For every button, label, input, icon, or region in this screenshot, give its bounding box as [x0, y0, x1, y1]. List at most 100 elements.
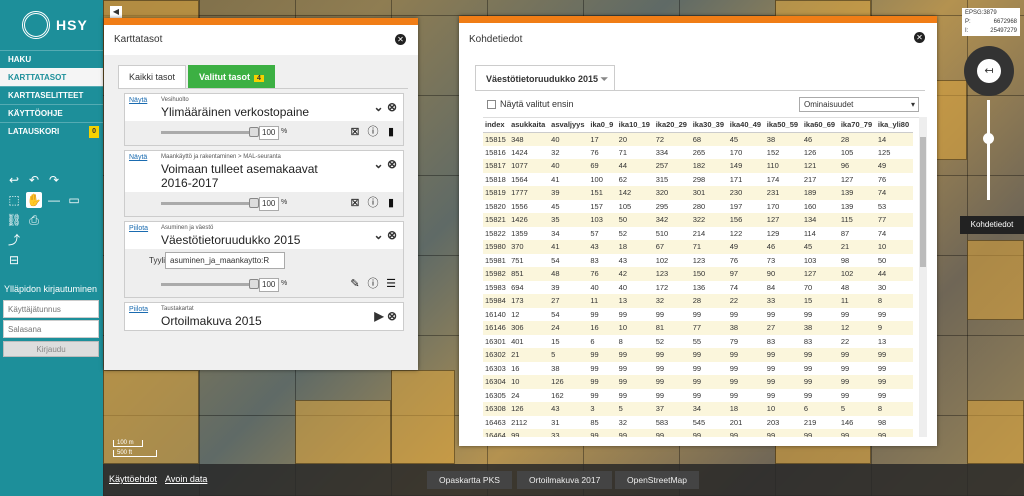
- sidebar-item-kayttoohje[interactable]: KÄYTTÖOHJE: [0, 104, 103, 122]
- info-icon[interactable]: ⓘ: [367, 126, 379, 139]
- column-header[interactable]: asvaljyys: [549, 118, 589, 133]
- home-icon[interactable]: ↤: [977, 59, 1001, 83]
- column-header[interactable]: index: [483, 118, 510, 133]
- layer-visibility-toggle[interactable]: Piilota: [129, 225, 161, 247]
- table-row[interactable]: 15984 173 27 11 13 32 28 22 33 15 11 8: [483, 294, 913, 308]
- measure-line-icon[interactable]: —: [46, 192, 62, 208]
- table-row[interactable]: 15981 751 54 83 43 102 123 76 73 103 98 50: [483, 253, 913, 267]
- column-header[interactable]: ika70_79: [838, 118, 876, 133]
- table-scrollbar[interactable]: [919, 117, 927, 437]
- chevron-down-icon[interactable]: ⌄: [374, 100, 384, 114]
- table-row[interactable]: 15819 1777 39 151 142 320 301 230 231 189 139 74: [483, 186, 913, 200]
- pan-wheel[interactable]: ↤: [964, 46, 1014, 96]
- undo-icon[interactable]: ↶: [26, 172, 42, 188]
- table-row[interactable]: 16308 126 43 3 5 37 34 18 10 6 5 8: [483, 402, 913, 416]
- link-icon[interactable]: ⛓: [6, 212, 22, 228]
- slider-knob[interactable]: [249, 198, 259, 208]
- table-row[interactable]: 16146 306 24 16 10 81 77 38 27 38 12 9: [483, 321, 913, 335]
- back-icon[interactable]: ↩: [6, 172, 22, 188]
- chevron-down-icon[interactable]: ⌄: [374, 228, 384, 242]
- table-row[interactable]: 16464 99 33 99 99 99 99 99 99 99 99 99: [483, 429, 913, 437]
- redo-icon[interactable]: ↷: [46, 172, 62, 188]
- tab-all-layers[interactable]: Kaikki tasot: [118, 65, 187, 88]
- opacity-input[interactable]: 100: [259, 197, 279, 211]
- column-header[interactable]: asukkaita: [509, 118, 550, 133]
- remove-layer-icon[interactable]: ⊗: [387, 100, 397, 114]
- opacity-slider[interactable]: [161, 127, 259, 137]
- table-row[interactable]: 16305 24 162 99 99 99 99 99 99 99 99 99: [483, 388, 913, 402]
- object-info-button[interactable]: Kohdetiedot: [960, 216, 1024, 234]
- table-row[interactable]: 15820 1556 45 157 105 295 280 197 170 160 139 53: [483, 199, 913, 213]
- column-header[interactable]: ika_yli80: [875, 118, 913, 133]
- table-row[interactable]: 16301 401 15 6 8 52 55 79 83 83 22 13: [483, 334, 913, 348]
- info-icon[interactable]: ⓘ: [367, 278, 379, 291]
- table-row[interactable]: 15822 1359 34 57 52 510 214 122 129 114 87 74: [483, 226, 913, 240]
- remove-layer-icon[interactable]: ⊗: [387, 228, 397, 242]
- column-header[interactable]: ika60_69: [801, 118, 839, 133]
- document-icon[interactable]: ▮: [385, 197, 397, 210]
- pan-icon[interactable]: ✋: [26, 192, 42, 208]
- table-row[interactable]: 15983 694 39 40 40 172 136 74 84 70 48 30: [483, 280, 913, 294]
- table-row[interactable]: 15980 370 41 43 18 67 71 49 46 45 21 10: [483, 240, 913, 254]
- coordinate-icon[interactable]: ⤴: [6, 232, 22, 248]
- checkbox-box[interactable]: [487, 99, 496, 109]
- layer-visibility-toggle[interactable]: Piilota: [129, 306, 161, 328]
- table-row[interactable]: 15818 1564 41 100 62 315 298 171 174 217 127 76: [483, 172, 913, 186]
- sidebar-item-haku[interactable]: HAKU: [0, 50, 103, 68]
- properties-select[interactable]: Ominaisuudet ▾: [799, 97, 919, 112]
- username-input[interactable]: [3, 300, 99, 318]
- filter-icon[interactable]: ⏷: [601, 66, 608, 92]
- table-row[interactable]: 15982 851 48 76 42 123 150 97 90 127 102 44: [483, 267, 913, 281]
- column-header[interactable]: ika20_29: [653, 118, 691, 133]
- background-button-ortoilmakuva[interactable]: Ortoilmakuva 2017: [517, 471, 613, 489]
- table-row[interactable]: 16463 2112 31 85 32 583 545 201 203 219 146 98: [483, 415, 913, 429]
- background-button-opaskartta[interactable]: Opaskartta PKS: [427, 471, 512, 489]
- layer-visibility-toggle[interactable]: Näytä: [129, 97, 161, 119]
- play-icon[interactable]: ▶: [374, 309, 383, 323]
- open-data-link[interactable]: Avoin data: [165, 474, 207, 484]
- zoom-extent-icon[interactable]: ⊠: [349, 126, 361, 139]
- sidebar-item-latauskori[interactable]: LATAUSKORI 0: [0, 122, 103, 140]
- info-icon[interactable]: ⓘ: [367, 197, 379, 210]
- remove-layer-icon[interactable]: ⊗: [387, 157, 397, 171]
- column-header[interactable]: ika0_9: [588, 118, 617, 133]
- table-row[interactable]: 15815 348 40 17 20 72 68 45 38 46 28 14: [483, 132, 913, 146]
- tab-selected-layers[interactable]: Valitut tasot 4: [188, 65, 275, 88]
- table-row[interactable]: 15817 1077 40 69 44 257 182 149 110 121 96 49: [483, 159, 913, 173]
- collapse-sidebar-button[interactable]: ◀: [110, 6, 122, 18]
- slider-knob[interactable]: [249, 127, 259, 137]
- background-button-osm[interactable]: OpenStreetMap: [615, 471, 700, 489]
- password-input[interactable]: [3, 320, 99, 338]
- column-header[interactable]: ika30_39: [690, 118, 728, 133]
- tab-vaestotietoruudukko[interactable]: Väestötietoruudukko 2015 ⏷: [475, 65, 615, 91]
- column-header[interactable]: ika10_19: [616, 118, 654, 133]
- scrollbar-thumb[interactable]: [920, 137, 926, 267]
- style-select[interactable]: asuminen_ja_maankaytto:R: [165, 252, 285, 269]
- zoom-knob[interactable]: [983, 133, 994, 144]
- document-icon[interactable]: ▮: [385, 126, 397, 139]
- close-icon[interactable]: ✕: [914, 32, 925, 43]
- sidebar-item-karttaselitteet[interactable]: KARTTASELITTEET: [0, 86, 103, 104]
- opacity-slider[interactable]: [161, 198, 259, 208]
- slider-knob[interactable]: [249, 279, 259, 289]
- close-icon[interactable]: ✕: [395, 34, 406, 45]
- table-row[interactable]: 15816 1424 32 76 71 334 265 170 152 126 105 125: [483, 145, 913, 159]
- measure-area-icon[interactable]: ▭: [66, 192, 82, 208]
- chevron-down-icon[interactable]: ⌄: [374, 157, 384, 171]
- show-selected-first-checkbox[interactable]: Näytä valitut ensin: [487, 99, 574, 109]
- table-row[interactable]: 16304 10 126 99 99 99 99 99 99 99 99 99: [483, 375, 913, 389]
- opacity-slider[interactable]: [161, 279, 259, 289]
- list-icon[interactable]: ☰: [385, 278, 397, 291]
- save-icon[interactable]: ⊟: [6, 252, 22, 268]
- table-row[interactable]: 16140 12 54 99 99 99 99 99 99 99 99 99: [483, 307, 913, 321]
- zoom-slider[interactable]: [987, 100, 990, 200]
- column-header[interactable]: ika50_59: [764, 118, 802, 133]
- opacity-input[interactable]: 100: [259, 126, 279, 140]
- layer-visibility-toggle[interactable]: Näytä: [129, 154, 161, 190]
- table-row[interactable]: 16303 16 38 99 99 99 99 99 99 99 99 99: [483, 361, 913, 375]
- eyedropper-icon[interactable]: ✎: [349, 278, 361, 291]
- column-header[interactable]: ika40_49: [727, 118, 765, 133]
- zoom-box-icon[interactable]: ⬚: [6, 192, 22, 208]
- zoom-extent-icon[interactable]: ⊠: [349, 197, 361, 210]
- print-icon[interactable]: ⎙: [26, 212, 42, 228]
